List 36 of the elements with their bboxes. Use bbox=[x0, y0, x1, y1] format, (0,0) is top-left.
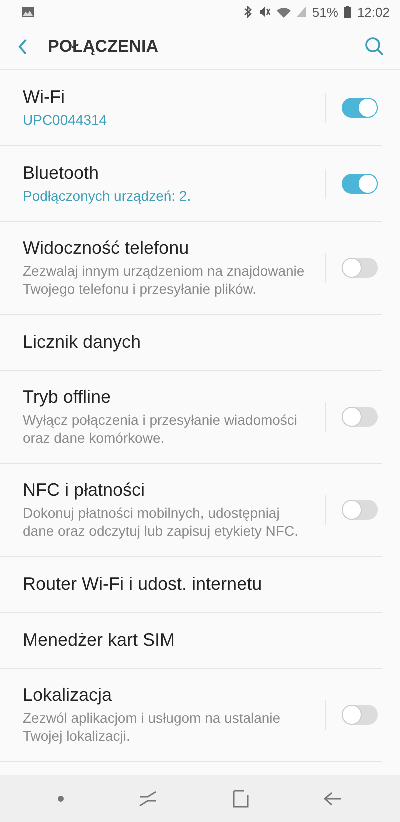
battery-icon bbox=[344, 6, 352, 18]
setting-summary: Podłączonych urządzeń: 2. bbox=[23, 186, 192, 204]
recents-icon[interactable] bbox=[139, 790, 158, 806]
setting-title[interactable]: Licznik danych bbox=[23, 332, 358, 353]
mute-icon bbox=[259, 6, 272, 18]
toggle-switch[interactable] bbox=[342, 258, 378, 278]
toggle-switch[interactable] bbox=[342, 500, 378, 520]
battery-percent: 51% bbox=[312, 4, 338, 20]
toggle-switch[interactable] bbox=[342, 98, 378, 118]
back-icon[interactable] bbox=[18, 38, 28, 54]
back-icon[interactable] bbox=[324, 792, 342, 806]
setting-title[interactable]: Bluetooth bbox=[23, 162, 305, 184]
setting-title[interactable]: Lokalizacja bbox=[23, 685, 305, 706]
search-icon[interactable] bbox=[365, 37, 384, 56]
setting-summary: Zezwalaj innym urządzeniom na znajdowanie Twojego telefonu i przesyłanie plików. bbox=[23, 262, 305, 298]
setting-summary: UPC0044314 bbox=[23, 110, 108, 128]
dot-icon[interactable] bbox=[58, 796, 64, 802]
toggle-switch[interactable] bbox=[342, 705, 378, 725]
home-icon[interactable] bbox=[232, 790, 249, 808]
setting-title[interactable]: NFC i płatności bbox=[23, 480, 305, 501]
setting-title[interactable]: Menedżer kart SIM bbox=[23, 630, 358, 651]
setting-title[interactable]: Wi-Fi bbox=[23, 86, 305, 108]
clock: 12:02 bbox=[357, 4, 390, 20]
setting-title[interactable]: Widoczność telefonu bbox=[23, 238, 305, 259]
image-icon bbox=[22, 7, 34, 17]
setting-summary: Dokonuj płatności mobilnych, udostępniaj dane oraz odczytuj lub zapisuj etykiety NFC. bbox=[23, 504, 300, 540]
setting-summary: Zezwól aplikacjom i usługom na ustalanie Twojej lokalizacji. bbox=[23, 709, 282, 745]
toggle-switch[interactable] bbox=[342, 407, 378, 427]
signal-icon bbox=[297, 7, 306, 17]
toggle-switch[interactable] bbox=[342, 174, 378, 194]
setting-title[interactable]: Router Wi-Fi i udost. internetu bbox=[23, 574, 358, 595]
bluetooth-icon bbox=[244, 6, 254, 18]
screen-title: POŁĄCZENIA bbox=[48, 36, 160, 56]
setting-summary: Wyłącz połączenia i przesyłanie wiadomości oraz dane komórkowe. bbox=[23, 411, 299, 447]
setting-title[interactable]: Tryb offline bbox=[23, 387, 305, 408]
wifi-icon bbox=[277, 6, 292, 18]
